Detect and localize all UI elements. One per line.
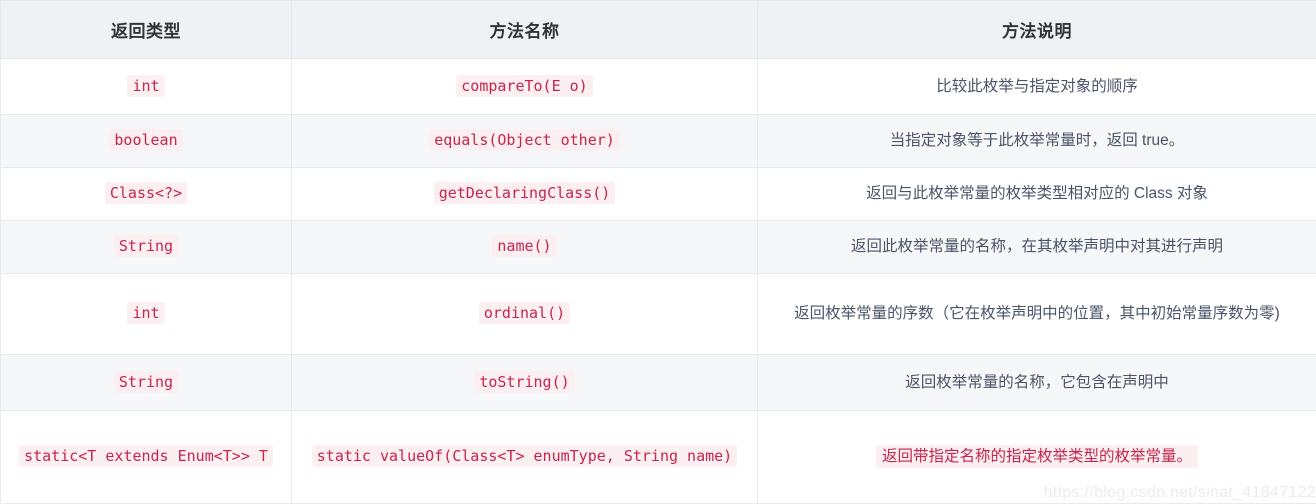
method-name-code: ordinal() (478, 302, 571, 325)
table-row: int ordinal() 返回枚举常量的序数（它在枚举声明中的位置，其中初始常… (0, 273, 1316, 355)
cell-return-type: String (0, 220, 292, 274)
method-name-code: getDeclaringClass() (433, 182, 616, 205)
cell-return-type: int (0, 273, 292, 355)
cell-method-description: 比较此枚举与指定对象的顺序 (757, 58, 1316, 115)
return-type-code: Class<?> (104, 182, 188, 205)
cell-method-name: compareTo(E o) (291, 58, 758, 115)
method-description-text: 返回此枚举常量的名称，在其枚举声明中对其进行声明 (850, 238, 1223, 256)
cell-method-description: 返回此枚举常量的名称，在其枚举声明中对其进行声明 (757, 220, 1316, 274)
table-row: String toString() 返回枚举常量的名称，它包含在声明中 (0, 354, 1316, 411)
method-description-text: 当指定对象等于此枚举常量时，返回 true。 (889, 132, 1185, 150)
method-description-text: 返回带指定名称的指定枚举类型的枚举常量。 (875, 444, 1198, 468)
return-type-code: static<T extends Enum<T>> T (19, 445, 273, 468)
table-row: int compareTo(E o) 比较此枚举与指定对象的顺序 (0, 58, 1316, 115)
method-description-text: 返回枚举常量的序数（它在枚举声明中的位置，其中初始常量序数为零) (794, 305, 1280, 323)
enum-methods-table: 返回类型 方法名称 方法说明 int compareTo(E o) 比较此枚举与… (0, 0, 1316, 504)
cell-method-description: 返回枚举常量的名称，它包含在声明中 (757, 354, 1316, 411)
cell-return-type: int (0, 58, 292, 115)
table-row: boolean equals(Object other) 当指定对象等于此枚举常… (0, 114, 1316, 168)
method-description-text: 比较此枚举与指定对象的顺序 (936, 77, 1138, 95)
return-type-code: String (113, 235, 179, 258)
cell-method-description: 返回带指定名称的指定枚举类型的枚举常量。 (757, 410, 1316, 504)
method-description-text: 返回与此枚举常量的枚举类型相对应的 Class 对象 (866, 185, 1208, 203)
table-header-row: 返回类型 方法名称 方法说明 (0, 0, 1316, 59)
cell-method-name: ordinal() (291, 273, 758, 355)
method-table-container: 返回类型 方法名称 方法说明 int compareTo(E o) 比较此枚举与… (0, 0, 1316, 504)
cell-method-name: toString() (291, 354, 758, 411)
cell-return-type: boolean (0, 114, 292, 168)
cell-return-type: Class<?> (0, 167, 292, 221)
return-type-code: int (127, 74, 165, 97)
column-header-method-name: 方法名称 (291, 0, 758, 59)
table-row: String name() 返回此枚举常量的名称，在其枚举声明中对其进行声明 (0, 220, 1316, 274)
cell-method-name: getDeclaringClass() (291, 167, 758, 221)
table-body: int compareTo(E o) 比较此枚举与指定对象的顺序 boolean… (0, 58, 1316, 504)
cell-method-description: 返回枚举常量的序数（它在枚举声明中的位置，其中初始常量序数为零) (757, 273, 1316, 355)
return-type-code: boolean (109, 129, 183, 152)
column-header-method-description: 方法说明 (757, 0, 1316, 59)
return-type-code: int (127, 302, 165, 325)
method-name-code: compareTo(E o) (456, 74, 593, 97)
table-header: 返回类型 方法名称 方法说明 (0, 0, 1316, 59)
method-name-code: name() (492, 235, 557, 258)
method-name-code: static valueOf(Class<T> enumType, String… (311, 445, 738, 468)
cell-method-name: name() (291, 220, 758, 274)
cell-method-name: static valueOf(Class<T> enumType, String… (291, 410, 758, 504)
column-header-return-type: 返回类型 (0, 0, 292, 59)
cell-return-type: static<T extends Enum<T>> T (0, 410, 292, 504)
cell-return-type: String (0, 354, 292, 411)
return-type-code: String (113, 370, 179, 393)
method-description-text: 返回枚举常量的名称，它包含在声明中 (905, 373, 1169, 391)
table-row: static<T extends Enum<T>> T static value… (0, 410, 1316, 504)
cell-method-description: 当指定对象等于此枚举常量时，返回 true。 (757, 114, 1316, 168)
method-name-code: toString() (474, 370, 575, 393)
cell-method-name: equals(Object other) (291, 114, 758, 168)
method-name-code: equals(Object other) (429, 129, 620, 152)
table-row: Class<?> getDeclaringClass() 返回与此枚举常量的枚举… (0, 167, 1316, 221)
cell-method-description: 返回与此枚举常量的枚举类型相对应的 Class 对象 (757, 167, 1316, 221)
